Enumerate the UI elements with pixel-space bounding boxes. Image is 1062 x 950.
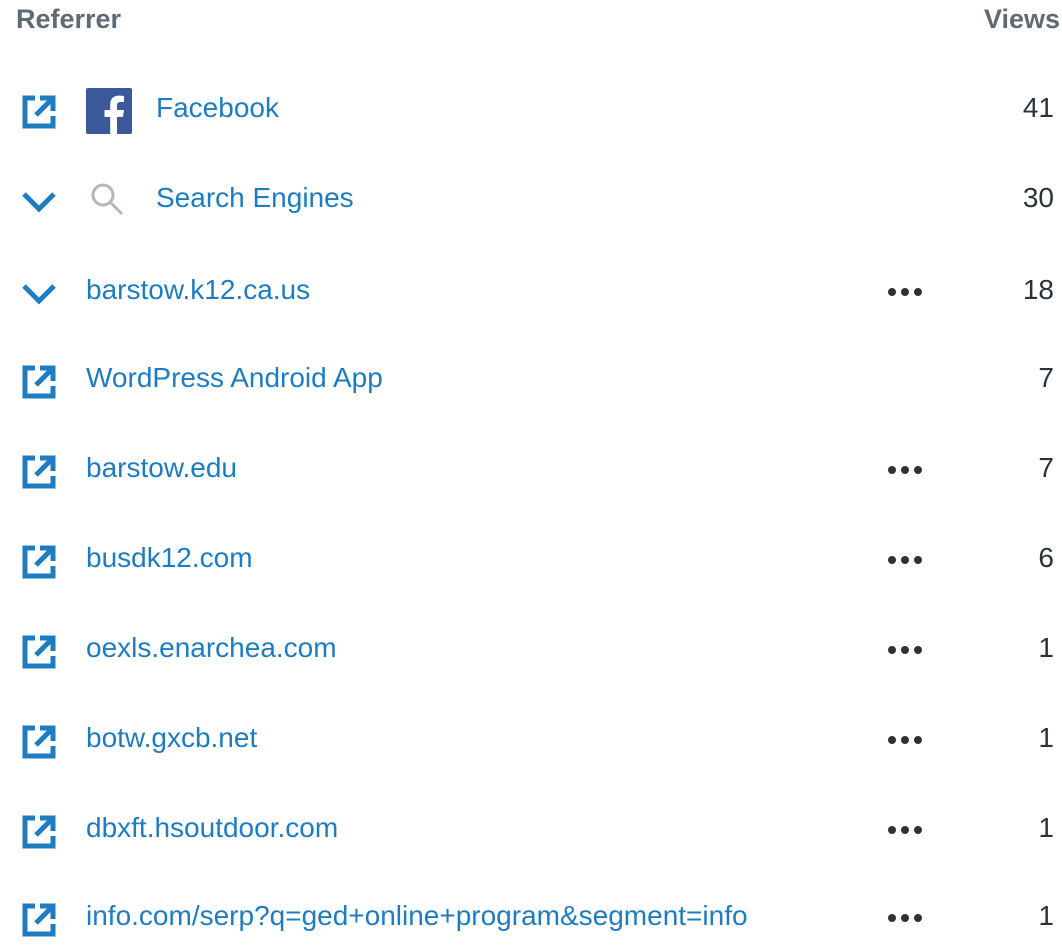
- more-options-icon[interactable]: [880, 720, 930, 760]
- referrer-row-info-com[interactable]: info.com/serp?q=ged+online+program&segme…: [0, 886, 1062, 950]
- external-link-icon[interactable]: [18, 541, 60, 583]
- referrer-row-barstow-edu[interactable]: barstow.edu 7: [0, 438, 1062, 502]
- referrer-row-botw[interactable]: botw.gxcb.net 1: [0, 708, 1062, 772]
- referrer-row-oexls[interactable]: oexls.enarchea.com 1: [0, 618, 1062, 682]
- referrer-row-search-engines[interactable]: Search Engines 30: [0, 168, 1062, 232]
- external-link-icon[interactable]: [18, 631, 60, 673]
- external-link-icon[interactable]: [18, 91, 60, 133]
- referrer-row-facebook[interactable]: Facebook 41: [0, 78, 1062, 142]
- facebook-icon: [84, 86, 134, 136]
- views-count: 7: [1038, 452, 1054, 483]
- more-options-icon[interactable]: [880, 450, 930, 490]
- referrer-row-busdk12[interactable]: busdk12.com 6: [0, 528, 1062, 592]
- referrer-row-dbxft[interactable]: dbxft.hsoutdoor.com 1: [0, 798, 1062, 862]
- external-link-icon[interactable]: [18, 721, 60, 763]
- referrer-row-wordpress-android[interactable]: WordPress Android App 7: [0, 348, 1062, 412]
- views-count: 41: [1022, 92, 1054, 123]
- external-link-icon[interactable]: [18, 811, 60, 853]
- more-options-icon[interactable]: [880, 810, 930, 850]
- views-count: 6: [1038, 542, 1054, 573]
- more-options-icon[interactable]: [880, 540, 930, 580]
- referrer-label[interactable]: dbxft.hsoutdoor.com: [86, 812, 338, 844]
- referrer-label[interactable]: WordPress Android App: [86, 362, 383, 394]
- more-options-icon[interactable]: [880, 898, 930, 938]
- views-count: 1: [1038, 900, 1054, 931]
- views-column-header: Views: [983, 4, 1060, 34]
- external-link-icon[interactable]: [18, 451, 60, 493]
- views-count: 7: [1038, 362, 1054, 393]
- referrer-label[interactable]: Search Engines: [156, 182, 354, 214]
- referrer-label[interactable]: oexls.enarchea.com: [86, 632, 337, 664]
- search-icon: [84, 176, 134, 226]
- table-header: Referrer Views: [0, 0, 1062, 48]
- referrer-label[interactable]: botw.gxcb.net: [86, 722, 257, 754]
- external-link-icon[interactable]: [18, 899, 60, 941]
- chevron-down-icon[interactable]: [18, 273, 60, 315]
- referrer-label[interactable]: info.com/serp?q=ged+online+program&segme…: [86, 900, 848, 932]
- views-count: 30: [1022, 182, 1054, 213]
- external-link-icon[interactable]: [18, 361, 60, 403]
- views-count: 1: [1038, 722, 1054, 753]
- referrer-label[interactable]: busdk12.com: [86, 542, 253, 574]
- referrer-label[interactable]: barstow.k12.ca.us: [86, 274, 310, 306]
- referrer-label[interactable]: barstow.edu: [86, 452, 237, 484]
- views-count: 1: [1038, 632, 1054, 663]
- views-count: 1: [1038, 812, 1054, 843]
- chevron-down-icon[interactable]: [18, 181, 60, 223]
- more-options-icon[interactable]: [880, 272, 930, 312]
- referrer-label[interactable]: Facebook: [156, 92, 279, 124]
- more-options-icon[interactable]: [880, 630, 930, 670]
- views-count: 18: [1022, 274, 1054, 305]
- referrer-row-barstow-k12[interactable]: barstow.k12.ca.us 18: [0, 260, 1062, 324]
- referrer-column-header: Referrer: [16, 4, 122, 34]
